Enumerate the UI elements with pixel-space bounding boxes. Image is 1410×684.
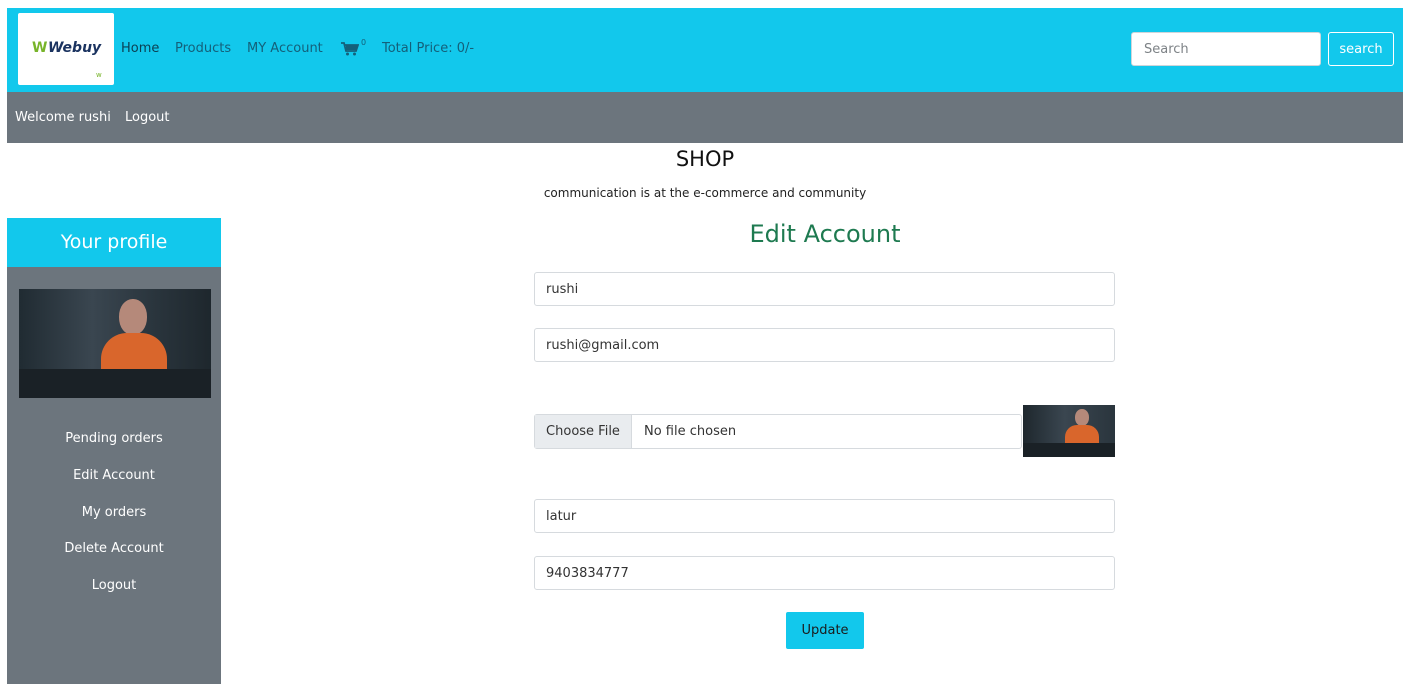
thumbnail-person-head bbox=[1075, 409, 1089, 426]
user-bar: Welcome rushi Logout bbox=[7, 92, 1403, 143]
file-upload-field[interactable]: Choose File No file chosen bbox=[534, 414, 1022, 449]
name-field[interactable] bbox=[534, 272, 1115, 306]
file-status-text: No file chosen bbox=[644, 424, 737, 439]
cart-count-badge: 0 bbox=[361, 38, 367, 47]
shop-title: SHOP bbox=[675, 147, 735, 171]
top-navbar: W Webuy w Home Products MY Account 0 Tot… bbox=[7, 8, 1403, 92]
city-field[interactable] bbox=[534, 499, 1115, 533]
current-photo-thumbnail bbox=[1023, 405, 1115, 457]
photo-table bbox=[19, 369, 211, 398]
top-logout-link[interactable]: Logout bbox=[125, 110, 170, 125]
choose-file-button[interactable]: Choose File bbox=[535, 415, 632, 448]
sidebar-item-edit-account[interactable]: Edit Account bbox=[7, 468, 221, 483]
logo-small-mark-icon: w bbox=[96, 71, 102, 79]
phone-field[interactable] bbox=[534, 556, 1115, 590]
profile-sidebar: Your profile Pending orders Edit Account… bbox=[7, 218, 221, 684]
brand-logo[interactable]: W Webuy w bbox=[18, 13, 114, 85]
welcome-text: Welcome rushi bbox=[15, 110, 111, 125]
logo-mark-icon: W bbox=[32, 40, 48, 56]
cart-link[interactable]: 0 bbox=[341, 38, 369, 58]
sidebar-item-pending-orders[interactable]: Pending orders bbox=[7, 431, 221, 446]
email-field[interactable] bbox=[534, 328, 1115, 362]
nav-my-account-link[interactable]: MY Account bbox=[247, 41, 323, 56]
sidebar-item-my-orders[interactable]: My orders bbox=[7, 505, 221, 520]
photo-person-head bbox=[119, 299, 147, 335]
nav-products-link[interactable]: Products bbox=[175, 41, 231, 56]
thumbnail-table bbox=[1023, 443, 1115, 457]
search-input[interactable] bbox=[1131, 32, 1321, 66]
search-button[interactable]: search bbox=[1328, 32, 1394, 66]
update-button[interactable]: Update bbox=[786, 612, 864, 649]
profile-photo bbox=[19, 289, 211, 398]
sidebar-title: Your profile bbox=[7, 218, 221, 267]
nav-home-link[interactable]: Home bbox=[121, 41, 159, 56]
logo-text: Webuy bbox=[48, 40, 102, 56]
edit-account-title: Edit Account bbox=[749, 220, 901, 248]
cart-icon bbox=[341, 42, 359, 56]
total-price-text: Total Price: 0/- bbox=[382, 41, 475, 56]
sidebar-item-logout[interactable]: Logout bbox=[7, 578, 221, 593]
sidebar-item-delete-account[interactable]: Delete Account bbox=[7, 541, 221, 556]
shop-subtitle: communication is at the e-commerce and c… bbox=[543, 186, 867, 200]
